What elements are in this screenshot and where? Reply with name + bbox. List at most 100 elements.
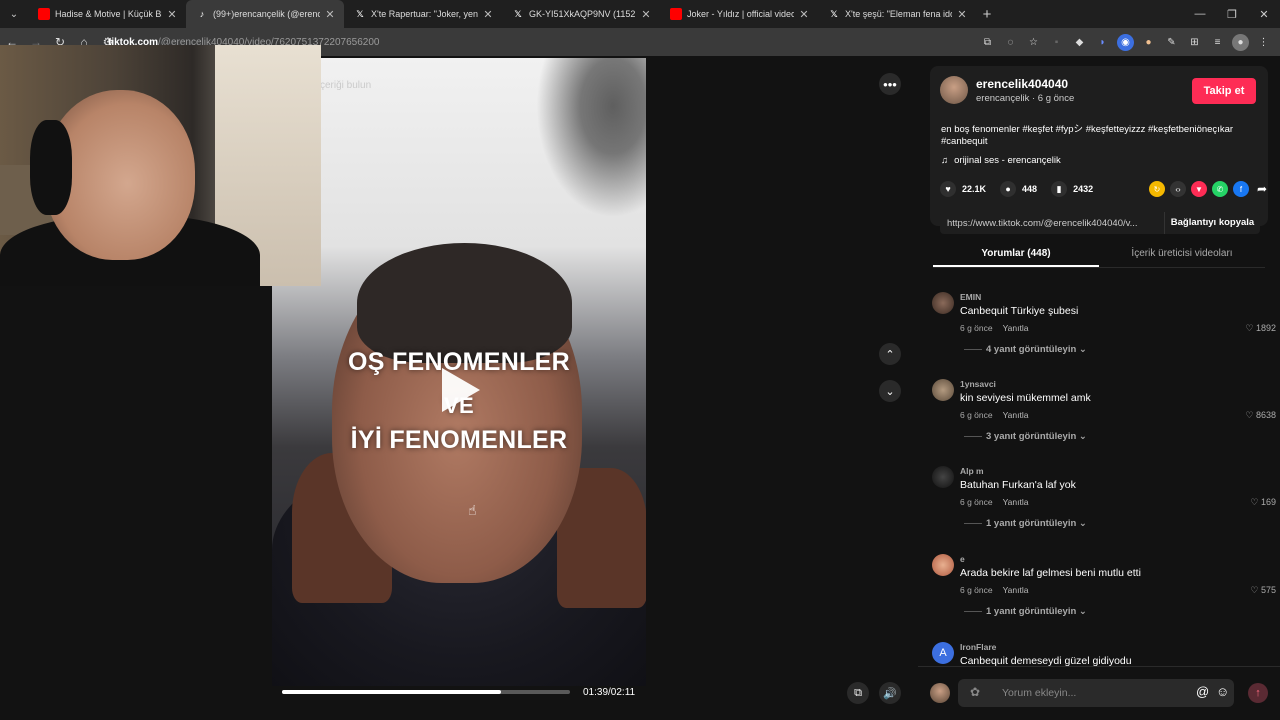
author-name[interactable]: erencelik404040 — [976, 77, 1068, 91]
tab-comments[interactable]: Yorumlar (448) — [933, 242, 1099, 267]
browser-tab-3[interactable]: 𝕏 GK-YI51XkAQP9NV (1152×2048 ✕ — [502, 0, 660, 28]
browser-tab-strip: ⌄ Hadise & Motive | Küçük Bir Yo ✕ ♪ (99… — [0, 0, 1280, 28]
music-row[interactable]: ♫ orijinal ses - erencançelik — [941, 155, 1061, 166]
like-stat[interactable]: ♥ 22.1K — [940, 181, 986, 197]
video-progress-bar[interactable] — [282, 690, 570, 694]
share-repost-icon[interactable]: ↻ — [1149, 181, 1165, 197]
tab-creator-videos[interactable]: İçerik üreticisi videoları — [1099, 242, 1265, 267]
reading-list-icon[interactable]: ≡ — [1209, 34, 1226, 51]
view-replies-button[interactable]: 3 yanıt görüntüleyin ⌄ — [964, 431, 1087, 442]
chevron-down-icon: ⌄ — [1078, 606, 1087, 617]
view-replies-button[interactable]: 1 yanıt görüntüleyin ⌄ — [964, 606, 1087, 617]
extension-icon[interactable]: ✎ — [1163, 34, 1180, 51]
close-icon[interactable]: ✕ — [166, 8, 178, 21]
close-icon[interactable]: ✕ — [798, 8, 810, 21]
whatsapp-icon[interactable]: ✆ — [1212, 181, 1228, 197]
comment-item: EMIN Canbequit Türkiye şubesi 6 g önce Ya… — [932, 288, 1276, 372]
bookmark-star-icon[interactable]: ☆ — [1025, 34, 1042, 51]
save-stat[interactable]: ▮ 2432 — [1051, 181, 1093, 197]
comment-item: 1ynsavci kin seviyesi mükemmel amk 6 g ö… — [932, 375, 1276, 459]
extension-icon[interactable]: ◗ — [1094, 34, 1111, 51]
comment-likes[interactable]: ♡ 8638 — [1245, 410, 1276, 421]
webcam-overlay — [0, 45, 321, 286]
minimize-icon[interactable]: — — [1184, 0, 1216, 28]
close-icon[interactable]: ✕ — [324, 8, 336, 21]
copy-link-button[interactable]: Bağlantıyı kopyala — [1164, 212, 1260, 234]
browser-tab-1[interactable]: ♪ (99+)erencançelik (@erencelik ✕ — [186, 0, 344, 28]
extensions-puzzle-icon[interactable]: ⊞ — [1186, 34, 1203, 51]
close-window-icon[interactable]: ✕ — [1248, 0, 1280, 28]
chevron-up-icon[interactable]: ⌃ — [879, 343, 901, 365]
view-replies-button[interactable]: 1 yanıt görüntüleyin ⌄ — [964, 518, 1087, 529]
comment-tabs: Yorumlar (448) İçerik üreticisi videolar… — [933, 242, 1265, 268]
commenter-avatar[interactable] — [932, 379, 954, 401]
sticker-icon[interactable]: ✿ — [970, 685, 980, 699]
author-card: erencelik404040 erencançelik · 6 g önce … — [930, 66, 1268, 226]
facebook-icon[interactable]: f — [1233, 181, 1249, 197]
heart-icon: ♥ — [940, 181, 956, 197]
commenter-avatar[interactable] — [932, 466, 954, 488]
send-icon[interactable]: ↑ — [1248, 683, 1268, 703]
comment-likes[interactable]: ♡ 169 — [1250, 497, 1276, 508]
close-icon[interactable]: ✕ — [640, 8, 652, 21]
emoji-icon[interactable]: ☺ — [1216, 684, 1229, 699]
play-icon[interactable] — [442, 368, 480, 412]
reply-button[interactable]: Yanıtla — [1003, 585, 1029, 595]
commenter-avatar[interactable]: A — [932, 642, 954, 664]
mention-icon[interactable]: @ — [1196, 684, 1209, 699]
tab-search-icon[interactable]: ⌄ — [0, 0, 28, 28]
comment-likes[interactable]: ♡ 575 — [1250, 585, 1276, 596]
share-arrow-icon[interactable]: ➦ — [1254, 181, 1270, 197]
follow-button[interactable]: Takip et — [1192, 78, 1256, 104]
comment-item: Alp m Batuhan Furkan'a laf yok 6 g önce Y… — [932, 462, 1276, 546]
chevron-down-icon[interactable]: ⌄ — [879, 380, 901, 402]
video-time: 01:39/02:11 — [583, 687, 636, 698]
install-app-icon[interactable]: ⧉ — [979, 34, 996, 51]
restore-icon[interactable]: ❐ — [1216, 0, 1248, 28]
new-tab-button[interactable]: + — [976, 6, 998, 23]
browser-tab-5[interactable]: 𝕏 X'te şeşü: "Eleman fena idol. h ✕ — [818, 0, 976, 28]
reply-button[interactable]: Yanıtla — [1003, 323, 1029, 333]
share-link[interactable]: https://www.tiktok.com/@erencelik404040/… — [940, 218, 1164, 229]
comment-input[interactable] — [958, 679, 1234, 707]
music-note-icon: ♫ — [941, 155, 949, 166]
commenter-avatar[interactable] — [932, 554, 954, 576]
headset-icon — [30, 120, 72, 215]
author-avatar[interactable] — [940, 76, 968, 104]
close-icon[interactable]: ✕ — [956, 8, 968, 21]
close-icon[interactable]: ✕ — [482, 8, 494, 21]
eye-off-icon[interactable]: ◌ — [1002, 34, 1019, 51]
chevron-down-icon: ⌄ — [1078, 518, 1087, 529]
mouse-cursor-icon: ☝ — [468, 502, 477, 518]
browser-tab-0[interactable]: Hadise & Motive | Küçük Bir Yo ✕ — [28, 0, 186, 28]
view-replies-button[interactable]: 4 yanıt görüntüleyin ⌄ — [964, 344, 1087, 355]
youtube-icon — [670, 8, 682, 20]
chevron-down-icon: ⌄ — [1078, 431, 1087, 442]
reply-button[interactable]: Yanıtla — [1003, 497, 1029, 507]
browser-tab-2[interactable]: 𝕏 X'te Rapertuar: "Joker, yeni alb ✕ — [344, 0, 502, 28]
palm-tree-background — [536, 58, 646, 218]
profile-avatar[interactable]: ● — [1232, 33, 1249, 51]
extension-icon[interactable]: ▪ — [1048, 34, 1065, 51]
embed-code-icon[interactable]: ‹› — [1170, 181, 1186, 197]
volume-icon[interactable]: 🔊 — [879, 682, 901, 704]
extension-icon[interactable]: ◆ — [1071, 34, 1088, 51]
video-overlay-line-3: İYİ FENOMENLER — [350, 426, 568, 454]
youtube-icon — [38, 8, 50, 20]
comment-composer: ✿ @ ☺ ↑ — [918, 666, 1280, 720]
music-title: orijinal ses - erencançelik — [954, 155, 1061, 166]
picture-in-picture-icon[interactable]: ⧉ — [847, 682, 869, 704]
extension-icon[interactable]: ● — [1140, 34, 1157, 51]
reply-button[interactable]: Yanıtla — [1003, 410, 1029, 420]
my-avatar — [930, 683, 950, 703]
browser-tab-4[interactable]: Joker - Yıldız | official video - Yo ✕ — [660, 0, 818, 28]
more-options-icon[interactable]: ••• — [879, 73, 901, 95]
comment-likes[interactable]: ♡ 1892 — [1245, 323, 1276, 334]
commenter-avatar[interactable] — [932, 292, 954, 314]
x-icon: 𝕏 — [356, 8, 364, 19]
share-icons: ↻ ‹› ▼ ✆ f ➦ — [1149, 181, 1270, 197]
menu-kebab-icon[interactable]: ⋮ — [1255, 34, 1272, 51]
share-tiktok-icon[interactable]: ▼ — [1191, 181, 1207, 197]
comment-stat[interactable]: ● 448 — [1000, 181, 1037, 197]
extension-icon[interactable]: ◉ — [1117, 33, 1134, 51]
